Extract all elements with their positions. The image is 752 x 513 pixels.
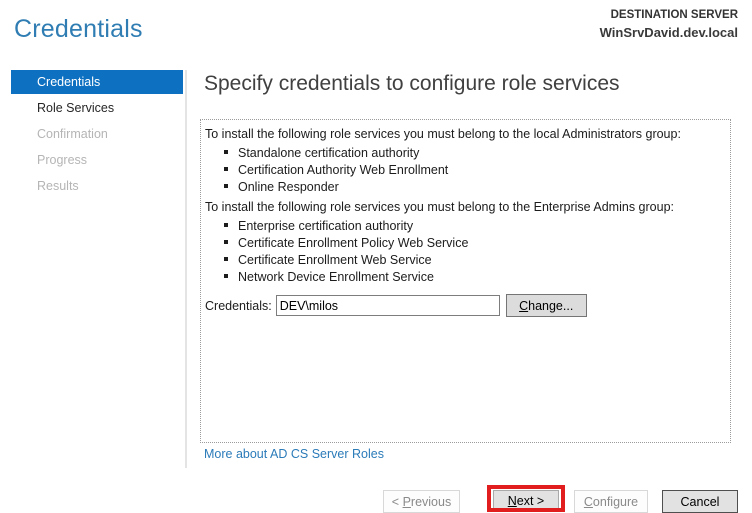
list-item: Enterprise certification authority [224,218,730,235]
enterprise-group-list: Enterprise certification authority Certi… [224,218,730,286]
sidebar-item-role-services[interactable]: Role Services [11,96,183,120]
destination-server-label: DESTINATION SERVER [600,9,738,21]
admin-group-note: To install the following role services y… [201,120,730,145]
destination-server-name: WinSrvDavid.dev.local [600,25,738,40]
bullet-icon [224,184,228,188]
list-item-label: Network Device Enrollment Service [238,270,434,284]
next-button-label: ext > [517,494,544,508]
list-item: Certificate Enrollment Web Service [224,252,730,269]
role-services-info-box: To install the following role services y… [200,119,731,443]
credentials-row: Credentials: Change... [205,294,587,317]
credentials-label: Credentials: [205,299,272,313]
content-heading: Specify credentials to configure role se… [204,72,620,96]
change-button-mnemonic: C [519,299,528,313]
list-item-label: Enterprise certification authority [238,219,413,233]
previous-button-mnemonic: P [403,495,411,509]
change-button-label: hange... [528,299,573,313]
list-item: Certification Authority Web Enrollment [224,162,730,179]
bullet-icon [224,167,228,171]
bullet-icon [224,223,228,227]
list-item: Standalone certification authority [224,145,730,162]
configure-button[interactable]: Configure [574,490,648,513]
credentials-input[interactable] [276,295,500,316]
cancel-button[interactable]: Cancel [662,490,738,513]
list-item-label: Certification Authority Web Enrollment [238,163,448,177]
previous-button-prefix: < [392,495,403,509]
list-item-label: Certificate Enrollment Policy Web Servic… [238,236,468,250]
sidebar-separator [185,70,187,468]
admin-group-list: Standalone certification authority Certi… [224,145,730,196]
list-item: Network Device Enrollment Service [224,269,730,286]
bullet-icon [224,257,228,261]
bullet-icon [224,274,228,278]
page-title: Credentials [14,15,143,44]
sidebar-item-results: Results [11,174,183,198]
list-item: Certificate Enrollment Policy Web Servic… [224,235,730,252]
list-item: Online Responder [224,179,730,196]
configure-button-label: onfigure [593,495,638,509]
more-about-link[interactable]: More about AD CS Server Roles [204,447,384,461]
list-item-label: Online Responder [238,180,339,194]
wizard-window: Credentials DESTINATION SERVER WinSrvDav… [0,0,752,513]
next-button[interactable]: Next > [493,490,559,511]
next-button-mnemonic: N [508,494,517,508]
wizard-steps-sidebar: Credentials Role Services Confirmation P… [11,70,183,200]
sidebar-item-credentials[interactable]: Credentials [11,70,183,94]
destination-server-block: DESTINATION SERVER WinSrvDavid.dev.local [600,9,738,40]
list-item-label: Certificate Enrollment Web Service [238,253,432,267]
bullet-icon [224,150,228,154]
list-item-label: Standalone certification authority [238,146,419,160]
bullet-icon [224,240,228,244]
previous-button-label: revious [411,495,451,509]
sidebar-item-progress: Progress [11,148,183,172]
configure-button-mnemonic: C [584,495,593,509]
sidebar-item-confirmation: Confirmation [11,122,183,146]
previous-button[interactable]: < Previous [383,490,460,513]
change-button[interactable]: Change... [506,294,587,317]
enterprise-group-note: To install the following role services y… [201,196,730,218]
